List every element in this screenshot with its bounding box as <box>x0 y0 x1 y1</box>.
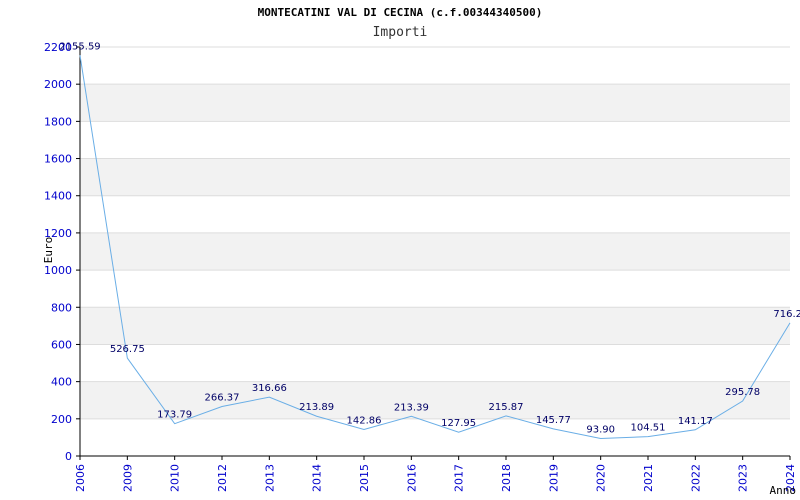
y-axis-title: Euro <box>42 237 55 264</box>
x-tick-label: 2012 <box>216 464 229 492</box>
data-label: 295.78 <box>725 387 760 398</box>
y-tick-label: 0 <box>65 450 72 463</box>
chart-container: MONTECATINI VAL DI CECINA (c.f.003443405… <box>0 0 800 500</box>
data-label: 145.77 <box>536 415 571 426</box>
data-label: 266.37 <box>205 392 240 403</box>
grid-band <box>80 158 790 196</box>
data-label: 2155.59 <box>59 41 100 52</box>
x-tick-label: 2014 <box>311 464 324 492</box>
x-tick-label: 2006 <box>74 464 87 492</box>
y-tick-label: 600 <box>51 338 72 351</box>
x-tick-label: 2022 <box>689 464 702 492</box>
data-label: 213.89 <box>299 402 334 413</box>
x-tick-label: 2019 <box>547 464 560 492</box>
grid-band <box>80 84 790 122</box>
data-label: 716.2 <box>773 309 800 320</box>
data-label: 142.86 <box>347 415 382 426</box>
x-tick-label: 2016 <box>405 464 418 492</box>
y-tick-label: 200 <box>51 413 72 426</box>
y-tick-label: 1800 <box>44 115 72 128</box>
data-label: 127.95 <box>441 418 476 429</box>
x-axis-title: Anno <box>770 484 797 497</box>
grid-band <box>80 232 790 271</box>
y-tick-label: 1600 <box>44 153 72 166</box>
y-tick-label: 400 <box>51 376 72 389</box>
x-tick-label: 2017 <box>453 464 466 492</box>
x-tick-label: 2023 <box>737 464 750 492</box>
data-label: 213.39 <box>394 402 429 413</box>
y-tick-label: 2000 <box>44 78 72 91</box>
data-label: 526.75 <box>110 344 145 355</box>
x-tick-label: 2009 <box>121 464 134 492</box>
chart-plot: 0200400600800100012001400160018002000220… <box>42 41 800 497</box>
grid-band <box>80 307 790 345</box>
x-tick-label: 2018 <box>500 464 513 492</box>
x-tick-label: 2021 <box>642 464 655 492</box>
data-label: 173.79 <box>157 410 192 421</box>
x-tick-label: 2013 <box>263 464 276 492</box>
data-label: 93.90 <box>586 425 615 436</box>
x-tick-label: 2020 <box>595 464 608 492</box>
x-tick-label: 2010 <box>169 464 182 492</box>
data-label: 316.66 <box>252 383 287 394</box>
y-tick-label: 800 <box>51 301 72 314</box>
data-label: 104.51 <box>631 423 666 434</box>
data-label: 141.17 <box>678 416 713 427</box>
y-tick-label: 1000 <box>44 264 72 277</box>
data-label: 215.87 <box>489 402 524 413</box>
y-tick-label: 1400 <box>44 190 72 203</box>
x-tick-label: 2015 <box>358 464 371 492</box>
